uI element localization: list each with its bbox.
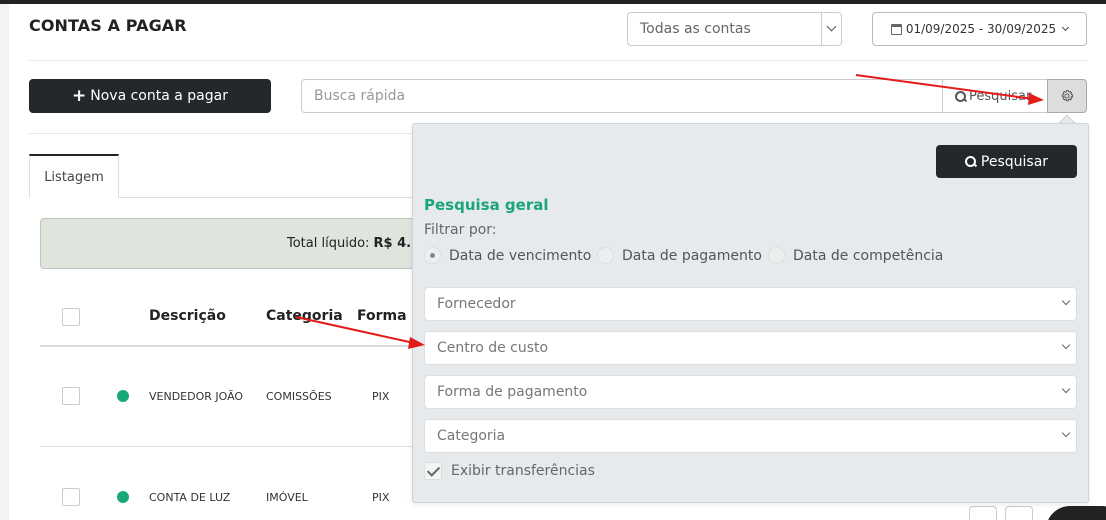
chevron-down-icon [1061, 384, 1071, 394]
filter-panel: Pesquisar Pesquisa geral Filtrar por: Da… [412, 123, 1089, 503]
search-icon [964, 156, 976, 167]
new-payable-label: Nova conta a pagar [90, 88, 228, 104]
date-range-label: 01/09/2025 - 30/09/2025 [905, 22, 1057, 36]
radio-competence-date[interactable]: Data de competência [768, 247, 943, 264]
date-range-button[interactable]: 01/09/2025 - 30/09/2025 [872, 12, 1087, 46]
total-summary-text: Total líquido: R$ 4.50 [287, 236, 429, 251]
column-header-method[interactable]: Forma [357, 308, 407, 324]
row-description: VENDEDOR JOÃO [149, 390, 244, 403]
tab-listagem[interactable]: Listagem [29, 154, 119, 198]
plus-icon: + [72, 86, 87, 106]
gear-icon [1061, 90, 1073, 102]
row-checkbox[interactable] [62, 488, 80, 506]
chevron-down-icon [1061, 428, 1071, 438]
status-dot [117, 491, 129, 503]
filter-search-label: Pesquisar [980, 153, 1049, 170]
total-summary: Total líquido: R$ 4.50 [40, 218, 440, 269]
chevron-down-icon [1061, 296, 1071, 306]
radio-label: Data de pagamento [622, 247, 762, 264]
chevron-down-icon [826, 21, 837, 32]
radio-label: Data de vencimento [449, 247, 592, 264]
radio-circle[interactable] [424, 247, 441, 264]
new-payable-button[interactable]: + Nova conta a pagar [29, 79, 271, 113]
search-icon [955, 90, 966, 102]
search-button-label: Pesquisar [969, 88, 1032, 104]
row-checkbox[interactable] [62, 387, 80, 405]
row-action-button[interactable] [1005, 506, 1033, 520]
select-label: Categoria [437, 428, 506, 444]
chevron-down-icon [1062, 23, 1070, 32]
status-dot [117, 390, 129, 402]
radio-payment-date[interactable]: Data de pagamento [597, 247, 762, 264]
section-title: Pesquisa geral [424, 196, 549, 214]
divider [29, 60, 1087, 61]
search-button[interactable]: Pesquisar [942, 79, 1048, 113]
radio-label: Data de competência [793, 247, 944, 264]
cost-center-select[interactable]: Centro de custo [424, 331, 1077, 365]
column-header-description[interactable]: Descrição [149, 308, 226, 324]
radio-due-date[interactable]: Data de vencimento [424, 247, 591, 264]
show-transfers-label: Exibir transferências [451, 463, 595, 479]
supplier-select[interactable]: Fornecedor [424, 287, 1077, 321]
show-transfers-checkbox[interactable]: Exibir transferências [424, 462, 595, 480]
accounts-select[interactable]: Todas as contas [627, 12, 842, 46]
row-description: CONTA DE LUZ [149, 491, 231, 504]
filter-by-label: Filtrar por: [424, 222, 497, 238]
total-label: Total líquido: [287, 236, 370, 251]
tab-bar-line [119, 197, 419, 198]
payment-method-select[interactable]: Forma de pagamento [424, 375, 1077, 409]
quick-search-input[interactable] [301, 79, 943, 113]
accounts-select-value: Todas as contas [640, 21, 751, 37]
radio-circle[interactable] [597, 247, 614, 264]
row-method: PIX [372, 390, 390, 403]
category-select[interactable]: Categoria [424, 419, 1077, 453]
row-category: COMISSÕES [266, 390, 332, 403]
row-method: PIX [372, 491, 390, 504]
table-header-divider [40, 345, 420, 347]
checkbox-box[interactable] [424, 462, 442, 480]
chevron-down-icon [1061, 340, 1071, 350]
row-category: IMÓVEL [266, 491, 308, 504]
filter-search-button[interactable]: Pesquisar [936, 145, 1077, 178]
calendar-icon [890, 23, 902, 35]
select-label: Fornecedor [437, 296, 516, 312]
column-header-category[interactable]: Categoria [266, 308, 343, 324]
tab-label: Listagem [44, 169, 104, 185]
row-action-button[interactable] [969, 506, 997, 520]
row-divider [40, 446, 420, 447]
select-all-checkbox[interactable] [62, 308, 80, 326]
page-title: CONTAS A PAGAR [29, 16, 187, 35]
filter-settings-button[interactable] [1047, 79, 1087, 113]
select-label: Forma de pagamento [437, 384, 588, 400]
radio-circle[interactable] [768, 247, 785, 264]
select-label: Centro de custo [437, 340, 549, 356]
accounts-select-toggle[interactable] [821, 13, 841, 45]
